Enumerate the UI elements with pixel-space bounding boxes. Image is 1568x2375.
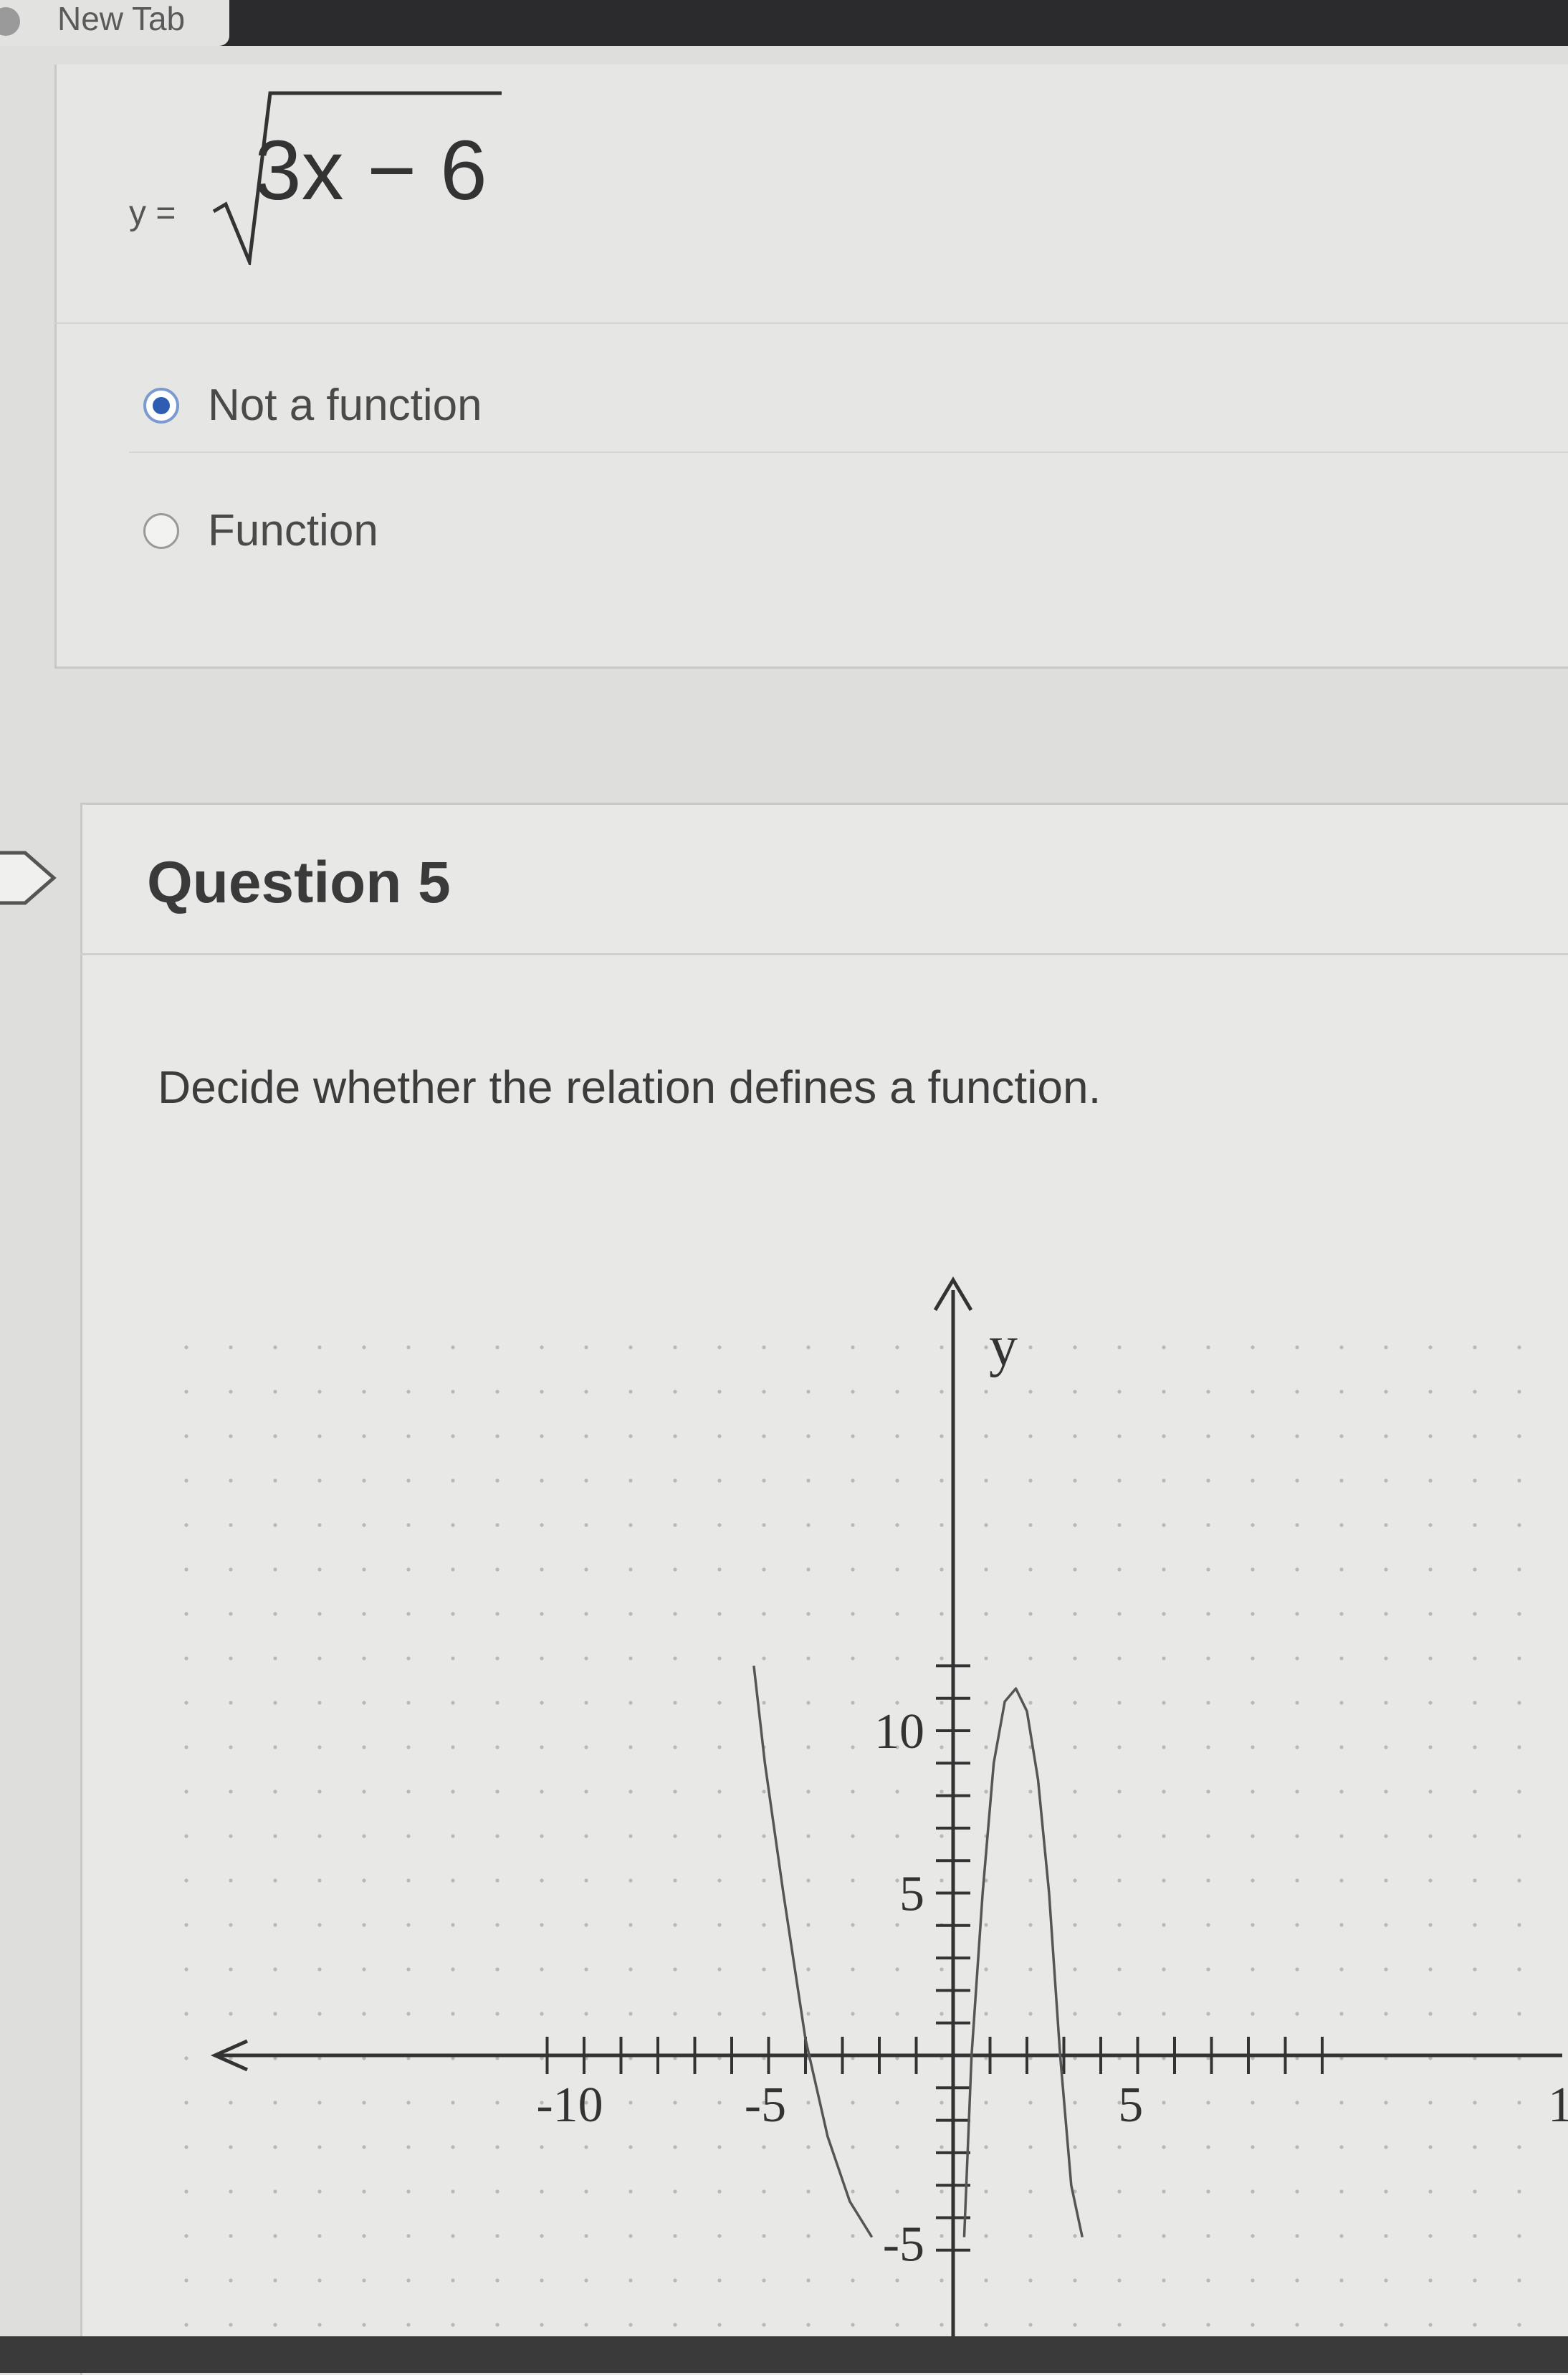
curve-segment-1 [752,1666,874,2238]
x-tick-label: 5 [1118,2078,1143,2133]
tick-marks [545,1664,1324,2252]
relation-graph: -10 -5 5 1 10 5 -5 y [184,1276,1568,2365]
curve-segment-2 [962,1687,1084,2238]
x-tick-label: -5 [745,2078,786,2133]
bottom-bar [0,2336,1568,2373]
axes [210,1276,1562,2365]
x-tick-label: -10 [536,2078,603,2133]
grid-dots [184,1345,1521,2327]
x-tick-label: 1 [1548,2078,1568,2133]
y-tick-label: 5 [899,1867,924,1922]
y-tick-label: 10 [874,1704,924,1759]
tick-labels: -10 -5 5 1 10 5 -5 y [536,1315,1568,2273]
y-axis-label: y [989,1315,1018,1378]
y-tick-label: -5 [883,2217,924,2273]
